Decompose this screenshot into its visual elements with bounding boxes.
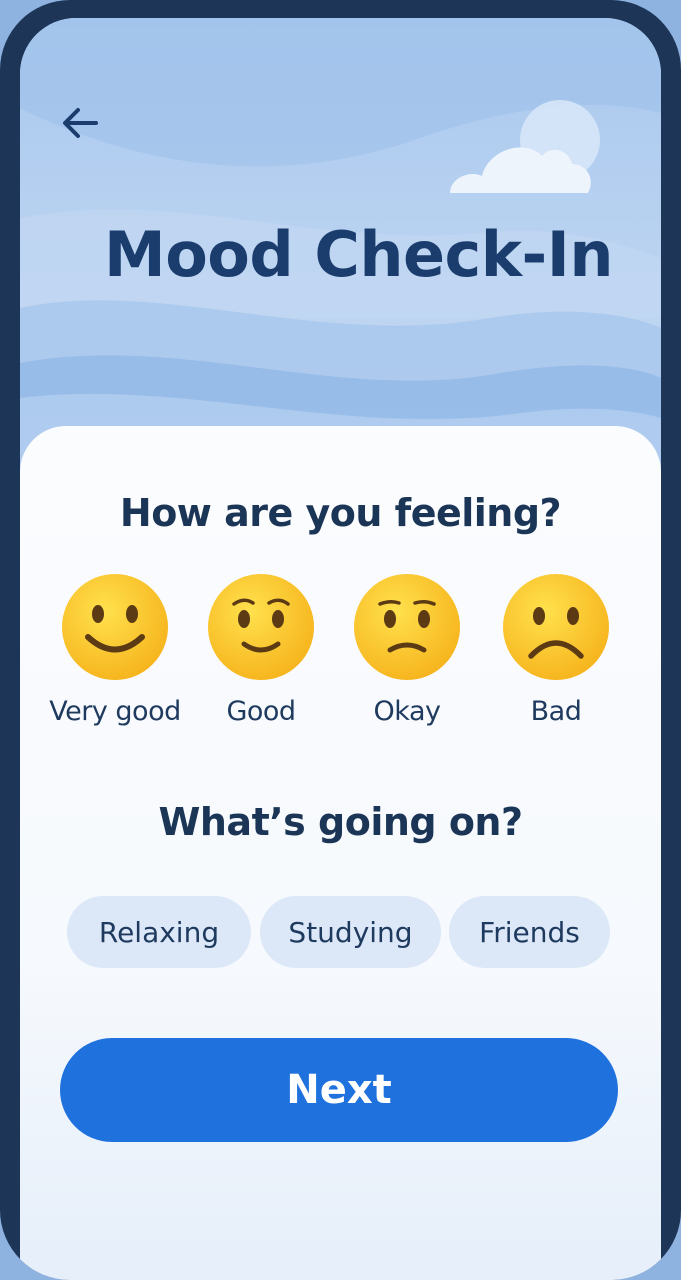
slightly-smiling-face-icon <box>208 574 314 680</box>
mood-option-good[interactable]: Good <box>186 572 336 727</box>
page-title: Mood Check-In <box>104 218 613 291</box>
mood-option-very-good[interactable]: Very good <box>40 572 190 727</box>
mood-label-bad: Bad <box>530 696 582 727</box>
back-button[interactable] <box>54 100 106 146</box>
checkin-card: How are you feeling? Very good Good Okay… <box>20 426 661 1280</box>
mood-label-good: Good <box>226 696 296 727</box>
slightly-frowning-face-icon <box>354 574 460 680</box>
arrow-left-icon <box>63 108 98 138</box>
activity-question: What’s going on? <box>158 800 523 844</box>
app-screen: Mood Check-In How are you feeling? Very … <box>20 18 661 1280</box>
smiling-face-icon <box>62 574 168 680</box>
mood-option-bad[interactable]: Bad <box>481 572 631 727</box>
chip-friends[interactable]: Friends <box>449 896 610 968</box>
mood-option-okay[interactable]: Okay <box>332 572 482 727</box>
phone-frame: Mood Check-In How are you feeling? Very … <box>0 0 681 1280</box>
mood-label-very-good: Very good <box>49 696 181 727</box>
next-button[interactable]: Next <box>60 1038 618 1142</box>
mood-label-okay: Okay <box>373 696 441 727</box>
chip-relaxing[interactable]: Relaxing <box>67 896 251 968</box>
mood-question: How are you feeling? <box>119 491 562 535</box>
frowning-face-icon <box>503 574 609 680</box>
chip-studying[interactable]: Studying <box>260 896 441 968</box>
